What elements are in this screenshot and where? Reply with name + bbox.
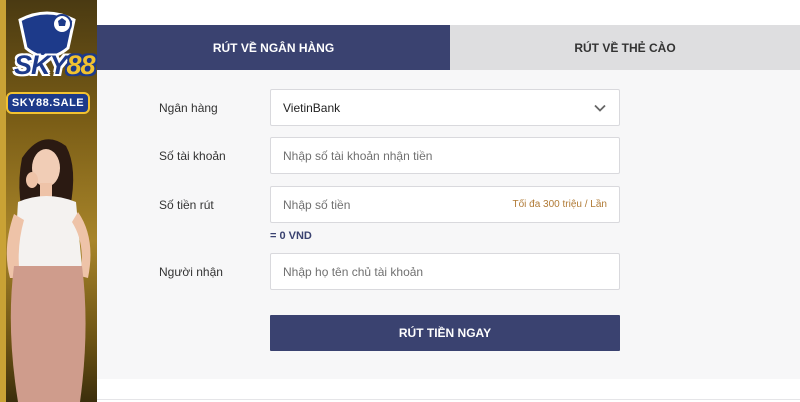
- promo-banner[interactable]: SKY88 SKY88.SALE: [0, 0, 97, 402]
- withdraw-card: RÚT VỀ NGÂN HÀNG RÚT VỀ THẺ CÀO Ngân hàn…: [97, 25, 800, 379]
- amount-input[interactable]: Nhập số tiền Tối đa 300 triệu / Lần: [270, 186, 620, 223]
- bank-label: Ngân hàng: [159, 101, 218, 115]
- withdraw-now-button[interactable]: RÚT TIỀN NGAY: [270, 315, 620, 351]
- recipient-label: Người nhận: [159, 265, 223, 279]
- chevron-down-icon: [594, 104, 606, 112]
- withdraw-page: SKY88 SKY88.SALE RÚT VỀ NGÂN HÀNG RÚT VỀ…: [0, 0, 800, 402]
- domain-badge: SKY88.SALE: [6, 92, 90, 114]
- recipient-name-input[interactable]: Nhập họ tên chủ tài khoản: [270, 253, 620, 290]
- withdraw-tabs: RÚT VỀ NGÂN HÀNG RÚT VỀ THẺ CÀO: [97, 25, 800, 70]
- divider: [97, 399, 800, 400]
- amount-limit-hint: Tối đa 300 triệu / Lần: [512, 199, 607, 210]
- amount-label: Số tiền rút: [159, 198, 214, 212]
- tab-card-withdraw[interactable]: RÚT VỀ THẺ CÀO: [450, 25, 800, 70]
- account-label: Số tài khoản: [159, 149, 226, 163]
- model-photo: [6, 139, 91, 402]
- sky88-logo: SKY88: [8, 8, 96, 88]
- converted-amount: = 0 VND: [270, 230, 312, 242]
- bank-select-value: VietinBank: [283, 100, 341, 115]
- account-number-input[interactable]: Nhập số tài khoản nhận tiền: [270, 137, 620, 174]
- bank-select[interactable]: VietinBank: [270, 89, 620, 126]
- recipient-name-placeholder: Nhập họ tên chủ tài khoản: [283, 264, 424, 279]
- account-number-placeholder: Nhập số tài khoản nhận tiền: [283, 148, 433, 163]
- amount-placeholder: Nhập số tiền: [283, 197, 351, 212]
- tab-bank-withdraw[interactable]: RÚT VỀ NGÂN HÀNG: [97, 25, 450, 70]
- logo-wordmark: SKY88: [14, 50, 96, 80]
